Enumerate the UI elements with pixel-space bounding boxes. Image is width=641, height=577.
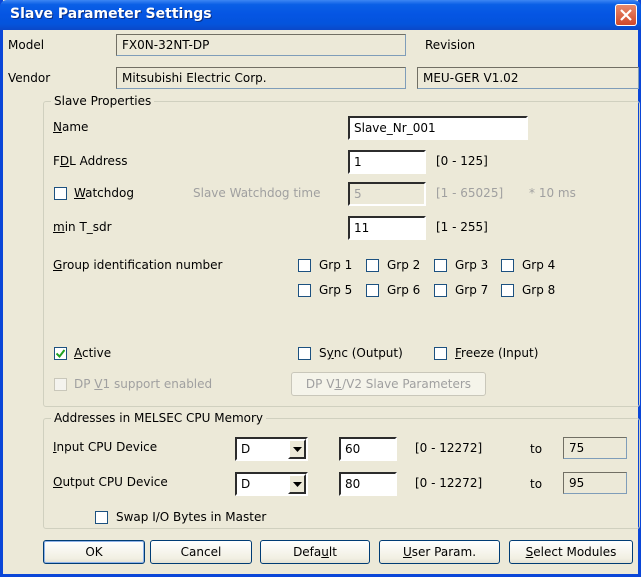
dpv1-label: DP V1 support enabled — [74, 377, 213, 391]
input-cpu-label: Input CPU Device — [53, 440, 158, 454]
default-button[interactable]: Default — [260, 540, 370, 564]
grp1-checkbox[interactable] — [298, 259, 311, 272]
output-device-dropdown[interactable] — [288, 474, 306, 494]
watchdog-time-label: Slave Watchdog time — [193, 186, 321, 200]
group-id-label: Group identification number — [53, 258, 223, 272]
checkmark-icon — [56, 349, 65, 358]
grp3-label: Grp 3 — [455, 258, 489, 272]
active-checkbox[interactable] — [54, 347, 67, 360]
output-cpu-address-input[interactable]: 80 — [339, 472, 397, 496]
close-icon — [620, 9, 632, 21]
min-tsdr-label: min T_sdr — [53, 220, 112, 234]
min-tsdr-range: [1 - 255] — [436, 220, 488, 234]
grp8-checkbox[interactable] — [501, 284, 514, 297]
grp4-label: Grp 4 — [522, 258, 556, 272]
vendor-field: Mitsubishi Electric Corp. — [116, 67, 406, 89]
output-device-select[interactable]: D — [235, 472, 308, 496]
grp6-checkbox[interactable] — [366, 284, 379, 297]
grp2-label: Grp 2 — [387, 258, 421, 272]
name-label: Name — [53, 120, 89, 134]
watchdog-label: Watchdog — [74, 186, 134, 200]
watchdog-unit: * 10 ms — [529, 186, 576, 200]
dialog-window: Slave Parameter Settings Model FX0N-32NT… — [0, 0, 641, 577]
grp5-label: Grp 5 — [319, 283, 353, 297]
freeze-label: Freeze (Input) — [455, 346, 539, 360]
fdl-range: [0 - 125] — [436, 154, 488, 168]
dpv1-checkbox[interactable] — [54, 378, 67, 391]
fdl-address-label: FDL Address — [53, 154, 128, 168]
user-param-button[interactable]: User Param. — [379, 540, 500, 564]
swap-bytes-checkbox[interactable] — [95, 511, 108, 524]
output-device-value: D — [241, 477, 251, 491]
output-to-label: to — [530, 477, 543, 491]
grp5-checkbox[interactable] — [298, 284, 311, 297]
ok-button[interactable]: OK — [43, 540, 145, 564]
input-to-label: to — [530, 442, 543, 456]
name-input[interactable]: Slave_Nr_001 — [348, 116, 528, 140]
grp2-checkbox[interactable] — [366, 259, 379, 272]
dpv1-parameters-button[interactable]: DP V1/V2 Slave Parameters — [291, 372, 486, 396]
input-device-select[interactable]: D — [235, 437, 308, 461]
sync-checkbox[interactable] — [298, 347, 311, 360]
chevron-down-icon — [293, 482, 302, 487]
swap-bytes-label: Swap I/O Bytes in Master — [116, 510, 267, 524]
grp7-label: Grp 7 — [455, 283, 489, 297]
addresses-title: Addresses in MELSEC CPU Memory — [51, 411, 267, 425]
slave-properties-title: Slave Properties — [51, 94, 155, 108]
grp8-label: Grp 8 — [522, 283, 556, 297]
sync-label: Sync (Output) — [319, 346, 403, 360]
grp1-label: Grp 1 — [319, 258, 353, 272]
grp4-checkbox[interactable] — [501, 259, 514, 272]
fdl-address-input[interactable]: 1 — [348, 150, 426, 174]
output-cpu-label: Output CPU Device — [53, 475, 168, 489]
model-field: FX0N-32NT-DP — [116, 34, 406, 56]
input-cpu-address-input[interactable]: 60 — [339, 437, 397, 461]
grp6-label: Grp 6 — [387, 283, 421, 297]
input-range: [0 - 12272] — [415, 441, 483, 455]
output-range: [0 - 12272] — [415, 476, 483, 490]
input-to-field: 75 — [563, 437, 627, 459]
revision-field: MEU-GER V1.02 — [417, 67, 639, 89]
close-button[interactable] — [615, 4, 637, 26]
input-device-value: D — [241, 442, 251, 456]
freeze-checkbox[interactable] — [434, 347, 447, 360]
watchdog-checkbox[interactable] — [54, 187, 67, 200]
input-device-dropdown[interactable] — [288, 439, 306, 459]
model-label: Model — [8, 38, 45, 52]
cancel-button[interactable]: Cancel — [150, 540, 252, 564]
watchdog-time-input[interactable]: 5 — [348, 182, 426, 206]
select-modules-button[interactable]: Select Modules — [509, 540, 633, 564]
vendor-label: Vendor — [8, 71, 51, 85]
output-to-field: 95 — [563, 472, 627, 494]
slave-properties-group — [43, 101, 640, 407]
grp3-checkbox[interactable] — [434, 259, 447, 272]
chevron-down-icon — [293, 447, 302, 452]
grp7-checkbox[interactable] — [434, 284, 447, 297]
active-label: Active — [74, 346, 112, 360]
watchdog-range: [1 - 65025] — [436, 186, 504, 200]
revision-label: Revision — [425, 38, 476, 52]
window-title: Slave Parameter Settings — [10, 6, 212, 22]
title-bar[interactable]: Slave Parameter Settings — [0, 0, 641, 30]
min-tsdr-input[interactable]: 11 — [348, 216, 426, 240]
